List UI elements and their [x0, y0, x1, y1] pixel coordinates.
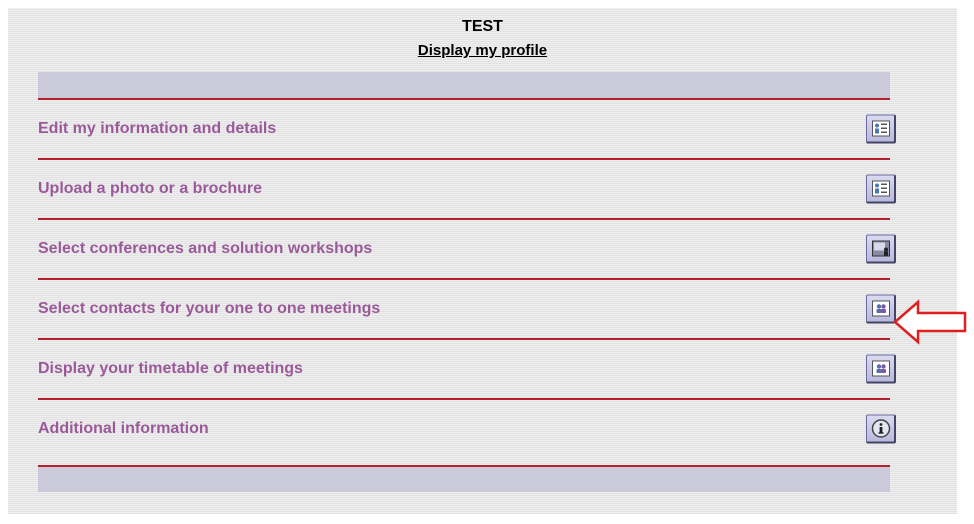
id-card-icon	[871, 180, 890, 197]
menu-item-label: Upload a photo or a brochure	[38, 180, 263, 197]
menu-item-upload-photo[interactable]: Upload a photo or a brochure	[38, 160, 896, 220]
menu-item-label: Select contacts for your one to one meet…	[38, 300, 381, 317]
menu-item-label: Edit my information and details	[38, 120, 277, 137]
menu-item-select-contacts[interactable]: Select contacts for your one to one meet…	[38, 280, 896, 340]
menu-item-additional-information[interactable]: Additional information	[38, 400, 896, 458]
contacts-icon	[871, 300, 890, 317]
menu-header-bar	[38, 72, 890, 100]
page-title: TEST	[462, 18, 503, 35]
menu-item-label: Additional information	[38, 420, 209, 437]
upload-photo-button[interactable]	[866, 174, 896, 204]
id-card-icon	[871, 120, 890, 137]
menu-item-label: Select conferences and solution workshop…	[38, 240, 373, 257]
menu-item-edit-information[interactable]: Edit my information and details	[38, 100, 896, 160]
profile-menu: Edit my information and details Upload a…	[38, 100, 896, 458]
red-arrow-left-icon	[893, 299, 967, 345]
display-profile-link[interactable]: Display my profile	[8, 42, 957, 59]
menu-item-display-timetable[interactable]: Display your timetable of meetings	[38, 340, 896, 400]
menu-item-label: Display your timetable of meetings	[38, 360, 303, 377]
select-conferences-button[interactable]	[866, 234, 896, 264]
additional-information-button[interactable]	[866, 414, 896, 444]
contacts-icon	[871, 360, 890, 377]
presentation-icon	[871, 240, 890, 257]
display-timetable-button[interactable]	[866, 354, 896, 384]
menu-item-select-conferences[interactable]: Select conferences and solution workshop…	[38, 220, 896, 280]
menu-footer-bar	[38, 465, 890, 492]
profile-panel: TEST Display my profile Edit my informat…	[8, 8, 957, 514]
info-icon	[871, 419, 890, 438]
edit-information-button[interactable]	[866, 114, 896, 144]
